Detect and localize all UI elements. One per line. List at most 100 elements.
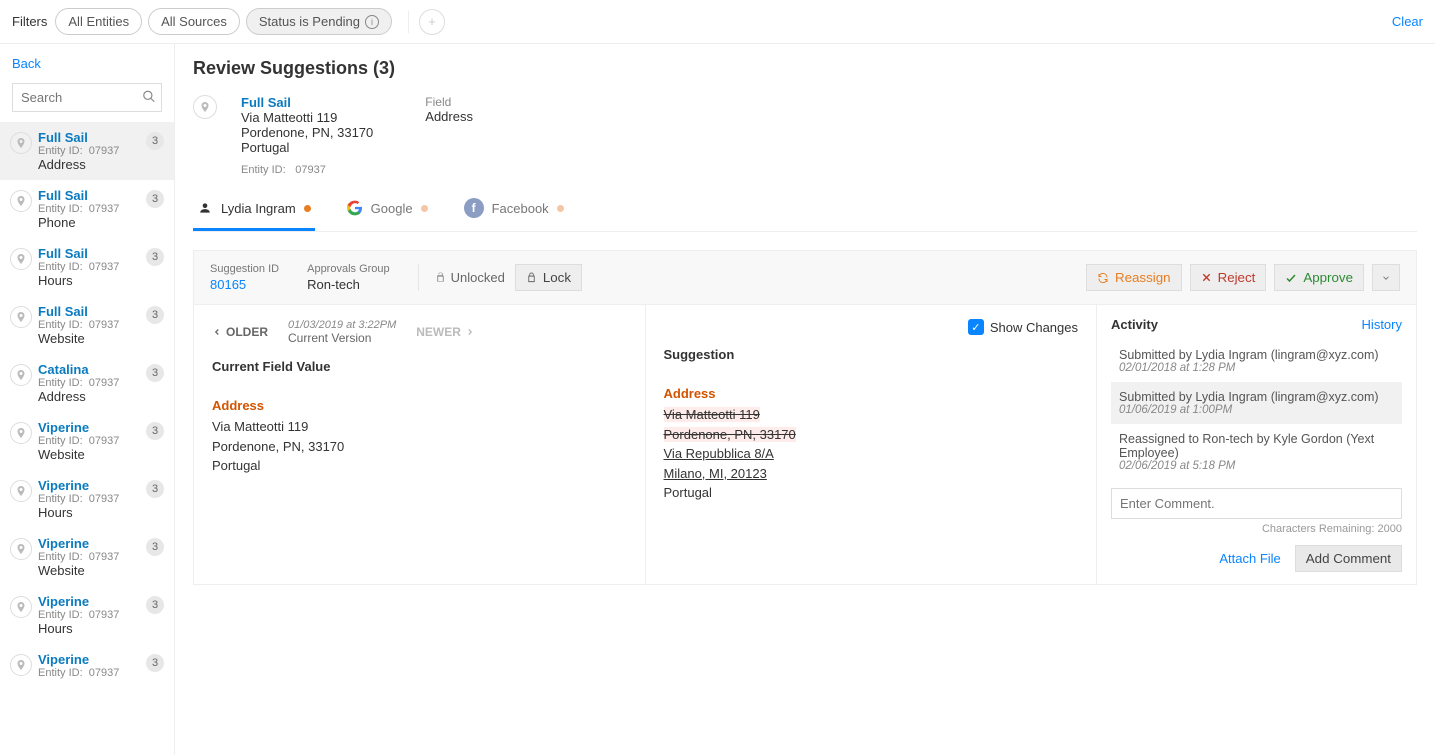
show-changes-toggle[interactable]: ✓ Show Changes (968, 319, 1078, 335)
location-pin-icon (10, 306, 32, 328)
chevron-right-icon (465, 327, 475, 337)
entity-item-field: Hours (38, 621, 140, 636)
sidebar-entity-item[interactable]: Full Sail Entity ID: 07937 Address 3 (0, 122, 174, 180)
info-icon: i (365, 15, 379, 29)
suggestion-line: Pordenone, PN, 33170 (664, 425, 1079, 445)
activity-when: 02/06/2019 at 5:18 PM (1119, 460, 1394, 472)
check-icon (1285, 272, 1297, 284)
location-pin-icon (10, 538, 32, 560)
sidebar-entity-item[interactable]: Full Sail Entity ID: 07937 Hours 3 (0, 238, 174, 296)
x-icon (1201, 272, 1212, 283)
location-pin-icon (10, 364, 32, 386)
tab-label: Facebook (492, 201, 549, 216)
field-label: Address (664, 386, 1079, 401)
location-pin-icon (10, 132, 32, 154)
page-title: Review Suggestions (3) (193, 58, 1417, 79)
reject-button[interactable]: Reject (1190, 264, 1267, 291)
sidebar-entity-item[interactable]: Viperine Entity ID: 07937 Hours 3 (0, 470, 174, 528)
suggestion-lines: Via Matteotti 119Pordenone, PN, 33170Via… (664, 405, 1079, 503)
divider (408, 11, 409, 33)
search-icon[interactable] (142, 89, 156, 106)
suggestion-line: Portugal (664, 483, 1079, 503)
tab-user[interactable]: Lydia Ingram (193, 190, 315, 231)
filters-label: Filters (12, 14, 47, 29)
location-pin-icon (10, 190, 32, 212)
entity-item-name: Full Sail (38, 246, 140, 261)
entity-item-count: 3 (146, 190, 164, 208)
field-label-key: Field (425, 95, 473, 109)
newer-button: NEWER (416, 325, 475, 339)
filter-pill-status[interactable]: Status is Pending i (246, 8, 392, 35)
tab-google[interactable]: Google (343, 190, 432, 231)
add-comment-button[interactable]: Add Comment (1295, 545, 1402, 572)
history-link[interactable]: History (1362, 317, 1402, 332)
entity-item-name: Viperine (38, 420, 140, 435)
sidebar-entity-item[interactable]: Catalina Entity ID: 07937 Address 3 (0, 354, 174, 412)
unlock-icon (435, 272, 446, 283)
filter-pill-sources[interactable]: All Sources (148, 8, 240, 35)
attach-file-link[interactable]: Attach File (1219, 551, 1280, 566)
entity-item-id: Entity ID: 07937 (38, 551, 140, 563)
sidebar-entity-item[interactable]: Viperine Entity ID: 07937 Website 3 (0, 412, 174, 470)
suggestion-panel: ✓ Show Changes Suggestion Address Via Ma… (646, 305, 1097, 584)
entity-item-field: Website (38, 447, 140, 462)
entity-item-id: Entity ID: 07937 (38, 493, 140, 505)
entity-item-count: 3 (146, 596, 164, 614)
back-link[interactable]: Back (0, 44, 174, 83)
suggestion-id-link[interactable]: 80165 (210, 277, 279, 292)
approve-dropdown[interactable] (1372, 264, 1400, 291)
suggestion-line: Milano, MI, 20123 (664, 464, 1079, 484)
activity-panel: Activity History Submitted by Lydia Ingr… (1096, 305, 1416, 584)
entity-item-count: 3 (146, 422, 164, 440)
search-input[interactable] (12, 83, 162, 112)
entity-item-name: Full Sail (38, 188, 140, 203)
entity-item-count: 3 (146, 364, 164, 382)
entity-item-field: Website (38, 331, 140, 346)
checkbox-checked-icon: ✓ (968, 319, 984, 335)
entity-item-name: Full Sail (38, 130, 140, 145)
sidebar-entity-item[interactable]: Full Sail Entity ID: 07937 Phone 3 (0, 180, 174, 238)
filter-pill-entities[interactable]: All Entities (55, 8, 142, 35)
current-value-lines: Via Matteotti 119 Pordenone, PN, 33170 P… (212, 417, 627, 476)
current-value-panel: OLDER 01/03/2019 at 3:22PM Current Versi… (194, 305, 646, 584)
filter-bar: Filters All Entities All Sources Status … (0, 0, 1435, 44)
entity-item-name: Viperine (38, 594, 140, 609)
version-label: Current Version (288, 331, 396, 345)
approve-button[interactable]: Approve (1274, 264, 1364, 291)
entity-header: Full Sail Via Matteotti 119 Pordenone, P… (193, 89, 1417, 190)
entity-item-name: Viperine (38, 536, 140, 551)
activity-when: 02/01/2018 at 1:28 PM (1119, 362, 1394, 374)
clear-filters[interactable]: Clear (1392, 14, 1423, 29)
entity-item-id: Entity ID: 07937 (38, 435, 140, 447)
entity-id-label: Entity ID: (241, 164, 286, 176)
search-box (12, 83, 162, 112)
reassign-button[interactable]: Reassign (1086, 264, 1182, 291)
entity-item-name: Viperine (38, 478, 140, 493)
entity-name[interactable]: Full Sail (241, 95, 373, 110)
entity-item-field: Address (38, 389, 140, 404)
current-value-title: Current Field Value (212, 359, 627, 374)
comment-input[interactable] (1111, 488, 1402, 519)
entity-item-id: Entity ID: 07937 (38, 377, 140, 389)
card-header: Suggestion ID 80165 Approvals Group Ron-… (194, 251, 1416, 305)
older-button[interactable]: OLDER (212, 325, 268, 339)
sidebar-entity-item[interactable]: Viperine Entity ID: 07937 Hours 3 (0, 586, 174, 644)
location-pin-icon (10, 422, 32, 444)
add-filter-button[interactable]: + (419, 9, 445, 35)
main: Review Suggestions (3) Full Sail Via Mat… (175, 44, 1435, 755)
approvals-group-label: Approvals Group (307, 263, 390, 275)
entity-address-line: Pordenone, PN, 33170 (241, 125, 373, 140)
facebook-icon: f (464, 198, 484, 218)
tab-facebook[interactable]: f Facebook (460, 190, 568, 231)
activity-who: Submitted by Lydia Ingram (lingram@xyz.c… (1119, 390, 1394, 404)
lock-button[interactable]: Lock (515, 264, 582, 291)
sidebar-entity-item[interactable]: Viperine Entity ID: 07937 Website 3 (0, 528, 174, 586)
entity-id-value: 07937 (295, 164, 326, 176)
entity-item-name: Full Sail (38, 304, 140, 319)
sidebar-entity-item[interactable]: Viperine Entity ID: 07937 3 (0, 644, 174, 687)
sidebar-entity-item[interactable]: Full Sail Entity ID: 07937 Website 3 (0, 296, 174, 354)
activity-item: Submitted by Lydia Ingram (lingram@xyz.c… (1111, 340, 1402, 382)
chars-remaining: Characters Remaining: 2000 (1111, 523, 1402, 535)
sidebar: Back Full Sail Entity ID: 07937 Address … (0, 44, 175, 755)
lock-icon (526, 272, 537, 283)
